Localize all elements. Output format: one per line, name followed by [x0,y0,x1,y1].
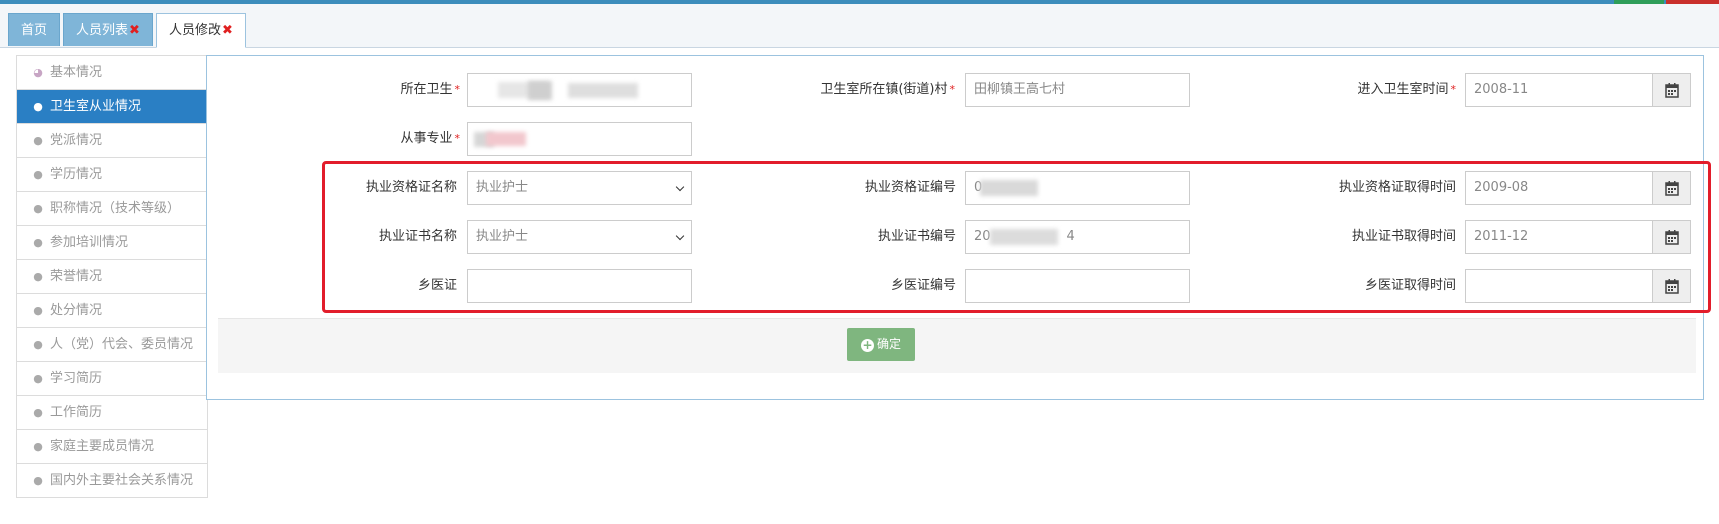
user-icon: ● [33,202,43,215]
sidebar-item-label: 人（党）代会、委员情况 [50,337,194,352]
specialty-label: 从事专业 * [400,131,460,146]
clinic-town-label: 卫生室所在镇(街道)村 * [820,82,955,97]
user-icon: ● [33,236,43,249]
tab-person-edit[interactable]: 人员修改✖ [156,13,246,48]
redacted-mask [528,81,552,100]
sidebar-item-label: 荣誉情况 [50,269,103,284]
user-icon: ● [33,168,43,181]
sidebar-item-social[interactable]: ● 国内外主要社会关系情况 [17,464,207,498]
tab-person-list[interactable]: 人员列表✖ [63,13,153,46]
sidebar-item-label: 学习简历 [50,371,103,386]
sidebar-item-basic[interactable]: ◕ 基本情况 [17,56,207,90]
redacted-mask [568,83,638,98]
sidebar-item-label: 工作简历 [50,405,103,420]
confirm-label: 确定 [876,337,901,351]
user-icon: ● [33,372,43,385]
enter-time-label: 进入卫生室时间 * [1357,82,1456,97]
user-icon: ● [33,134,43,147]
tab-label: 首页 [21,23,48,38]
user-icon: ● [33,406,43,419]
user-icon: ● [33,304,43,317]
user-icon: ● [33,270,43,283]
dashboard-icon: ◕ [33,66,43,79]
sidebar-item-training[interactable]: ● 参加培训情况 [17,226,207,260]
sidebar-item-label: 处分情况 [50,303,103,318]
sidebar-item-label: 职称情况（技术等级） [50,201,181,216]
clinic-name-input[interactable] [467,73,692,107]
calendar-button[interactable] [1653,73,1691,107]
sidebar-item-congress[interactable]: ● 人（党）代会、委员情况 [17,328,207,362]
clinic-town-input[interactable]: 田柳镇王高七村 [965,73,1190,107]
highlight-box [322,161,1711,313]
close-icon[interactable]: ✖ [129,23,140,38]
form-footer [218,318,1696,373]
tab-label: 人员修改 [169,23,222,38]
user-icon: ● [33,440,43,453]
sidebar-item-honors[interactable]: ● 荣誉情况 [17,260,207,294]
sidebar-item-title[interactable]: ● 职称情况（技术等级） [17,192,207,226]
sidebar-item-clinic-practice[interactable]: ● 卫生室从业情况 [17,90,207,124]
plus-circle-icon: + [860,338,874,352]
user-icon: ● [33,100,43,113]
sidebar-item-label: 基本情况 [50,65,103,80]
sidebar-item-label: 家庭主要成员情况 [50,439,155,454]
sidebar-item-label: 党派情况 [50,133,103,148]
sidebar-item-party[interactable]: ● 党派情况 [17,124,207,158]
sidebar: ◕ 基本情况 ● 卫生室从业情况 ● 党派情况 ● 学历情况 ● 职称情况（技术等级） ●… [16,55,208,498]
sidebar-item-discipline[interactable]: ● 处分情况 [17,294,207,328]
tab-label: 人员列表 [76,23,129,38]
sidebar-item-label: 学历情况 [50,167,103,182]
specialty-input[interactable] [467,122,692,156]
sidebar-item-study-resume[interactable]: ● 学习简历 [17,362,207,396]
sidebar-item-label: 国内外主要社会关系情况 [50,473,194,488]
sidebar-item-education[interactable]: ● 学历情况 [17,158,207,192]
calendar-icon [1664,83,1679,98]
confirm-button[interactable]: + 确定 [847,328,915,361]
sidebar-item-label: 卫生室从业情况 [50,99,142,114]
user-icon: ● [33,338,43,351]
enter-time-input[interactable]: 2008-11 [1465,73,1653,107]
close-icon[interactable]: ✖ [222,23,233,38]
tab-bar: 首页 人员列表✖ 人员修改✖ [0,4,1719,48]
redacted-mask [486,132,526,146]
clinic-name-label: 所在卫生 * [400,82,460,97]
sidebar-item-family[interactable]: ● 家庭主要成员情况 [17,430,207,464]
sidebar-item-label: 参加培训情况 [50,235,129,250]
tab-home[interactable]: 首页 [8,13,61,46]
sidebar-item-work-resume[interactable]: ● 工作简历 [17,396,207,430]
user-icon: ● [33,474,43,487]
